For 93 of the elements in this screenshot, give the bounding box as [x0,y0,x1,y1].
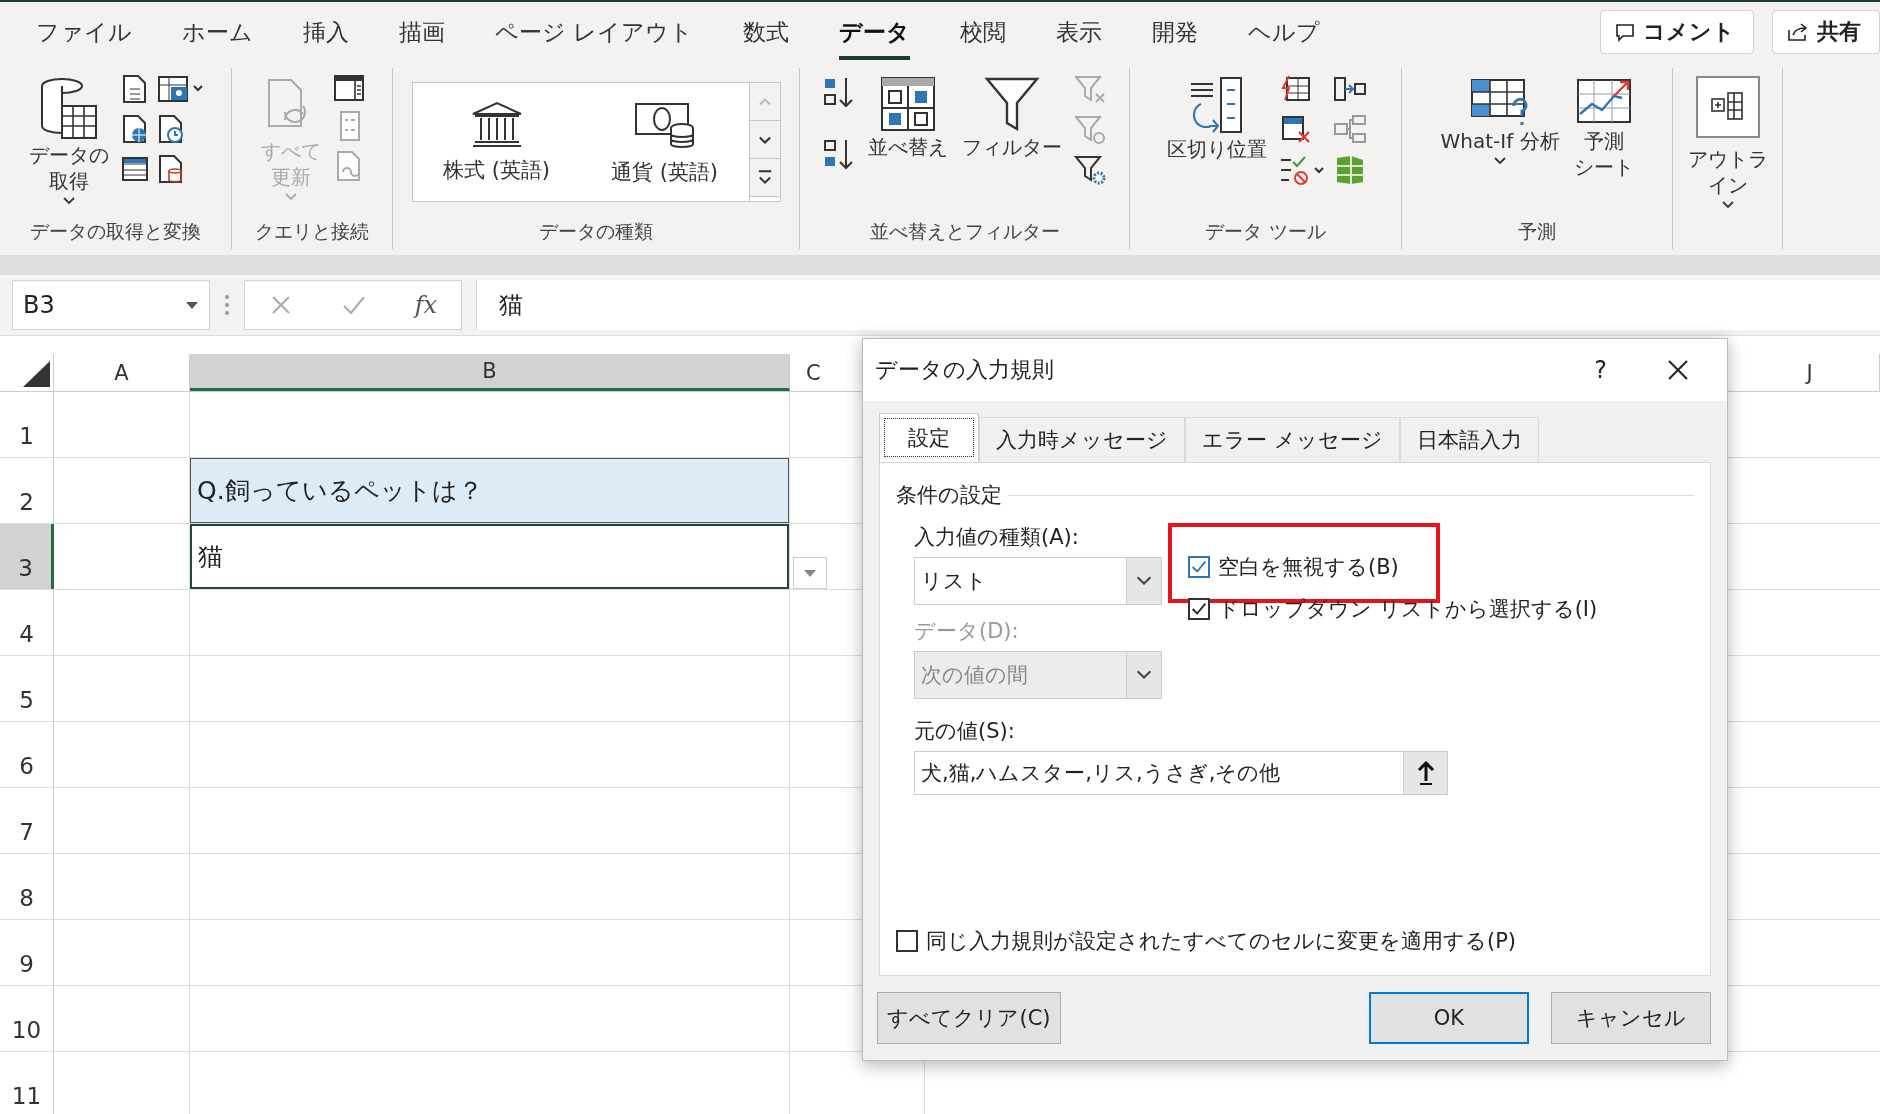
help-button[interactable]: ? [1594,356,1607,384]
table-camera-icon[interactable] [156,74,205,104]
document-clock-icon[interactable] [156,114,185,144]
more-icon[interactable] [749,159,780,197]
sort-table-icon [879,76,936,134]
group-label: データ ツール [1204,219,1327,244]
column-header[interactable]: B [190,354,790,391]
row-header[interactable]: 5 [0,656,54,721]
ribbon-tab[interactable]: ホーム [164,8,271,56]
section-title: 条件の設定 [896,482,1002,509]
stocks-button[interactable]: 株式 (英語) [412,83,581,201]
cancel-button[interactable]: キャンセル [1551,992,1711,1044]
row-header[interactable]: 7 [0,788,54,853]
ribbon-tab[interactable]: 挿入 [285,8,367,56]
clear-all-button[interactable]: すべてクリア(C) [877,992,1061,1044]
outline-button[interactable]: アウトラ イン [1685,74,1770,212]
table-cell: 猫 [190,524,789,589]
drag-handle-icon[interactable] [224,294,230,316]
source-field[interactable]: 犬,猫,ハムスター,リス,うさぎ,その他 [914,751,1448,795]
ribbon-tab[interactable]: 表示 [1038,8,1121,56]
checkbox-label: ドロップダウン リストから選択する(I) [1218,596,1598,623]
sort-button[interactable]: 並べ替え [865,74,950,162]
checkbox[interactable] [896,930,918,952]
dialog-tab[interactable]: エラー メッセージ [1185,417,1400,462]
database-table-icon [39,76,98,142]
row-header[interactable]: 4 [0,590,54,655]
caret-icon [284,192,298,202]
arrow-up-icon [1416,760,1435,786]
close-icon[interactable] [1667,359,1689,381]
row-header[interactable]: 3 [0,524,54,589]
table-cell: Q.飼っているペットは？ [190,458,789,523]
what-if-analysis-button[interactable]: What-If 分析 [1438,74,1562,168]
dialog-tab[interactable]: 入力時メッセージ [979,417,1185,462]
group-label: データの種類 [538,219,654,244]
group-label: クエリと接続 [254,219,370,244]
group-label: 予測 [1517,219,1557,244]
filter-button[interactable]: フィルター [959,74,1064,162]
share-button[interactable]: 共有 [1772,10,1880,54]
document-icon[interactable] [120,74,149,104]
field-label: 元の値(S): [913,718,1016,745]
text-to-columns-button[interactable]: 区切り位置 [1164,74,1269,164]
ribbon-tab[interactable]: 校閲 [942,8,1025,56]
field-label: データ(D): [914,618,1020,645]
ribbon-tab[interactable]: 開発 [1134,8,1217,56]
allow-dropdown[interactable]: リスト [914,557,1162,605]
ribbon-tab[interactable]: 数式 [725,8,808,56]
document-globe-icon[interactable] [120,114,149,144]
panel-icon[interactable] [333,74,365,102]
ribbon-tab[interactable]: ヘルプ [1230,8,1339,56]
ribbon-tab[interactable]: 描画 [381,8,463,56]
document-database-icon[interactable] [156,154,185,184]
row-header[interactable]: 9 [0,920,54,985]
name-box[interactable]: B3 [12,280,210,330]
ribbon-tab[interactable]: ファイル [18,8,150,56]
column-header[interactable]: J [1740,354,1880,391]
share-icon [1787,22,1809,42]
row-header[interactable]: 10 [0,986,54,1051]
funnel-gear-icon[interactable] [1073,154,1108,186]
collapse-button[interactable] [1403,752,1447,794]
checkbox-label: 同じ入力規則が設定されたすべてのセルに変更を適用する(P) [926,928,1517,955]
checkbox[interactable] [1188,556,1210,578]
row-header[interactable]: 2 [0,458,54,523]
dialog-tab[interactable]: 日本語入力 [1399,417,1539,462]
group-label: データの取得と変換 [29,219,202,244]
ok-button[interactable]: OK [1369,992,1529,1044]
relationships-icon[interactable] [1332,114,1367,144]
dialog-tab[interactable]: 設定 [879,413,979,462]
comment-button[interactable]: コメント [1600,10,1754,54]
currencies-button[interactable]: 通貨 (英語) [580,83,749,201]
get-data-button[interactable]: データの 取得 [26,74,111,208]
row-header[interactable]: 1 [0,392,54,457]
row-header[interactable]: 11 [0,1052,54,1114]
caret-icon [1720,200,1735,210]
table-icon[interactable] [120,154,149,184]
field-label: 入力値の種類(A): [914,524,1080,551]
group-rows-icon [1695,76,1760,138]
table-question-icon [1470,76,1530,128]
row-header[interactable]: 6 [0,722,54,787]
consolidate-icon[interactable] [1332,74,1367,104]
insert-function-button[interactable]: fx [414,291,438,319]
speech-bubble-icon [1615,22,1635,42]
group-label: 並べ替えとフィルター [868,219,1061,244]
caret-icon [61,196,76,206]
checkbox-label: 空白を無視する(B) [1218,554,1399,581]
data-validation-icon[interactable] [1278,154,1325,186]
formula-input[interactable]: 猫 [476,280,1880,330]
checkbox[interactable] [1188,598,1210,620]
funnel-icon [983,76,1040,134]
ribbon-tab[interactable]: ページ レイアウト [477,8,712,56]
select-all-icon[interactable] [21,360,51,388]
row-header[interactable]: 8 [0,854,54,919]
caret-icon [1493,156,1507,166]
forecast-sheet-button[interactable]: 予測 シート [1571,74,1636,182]
